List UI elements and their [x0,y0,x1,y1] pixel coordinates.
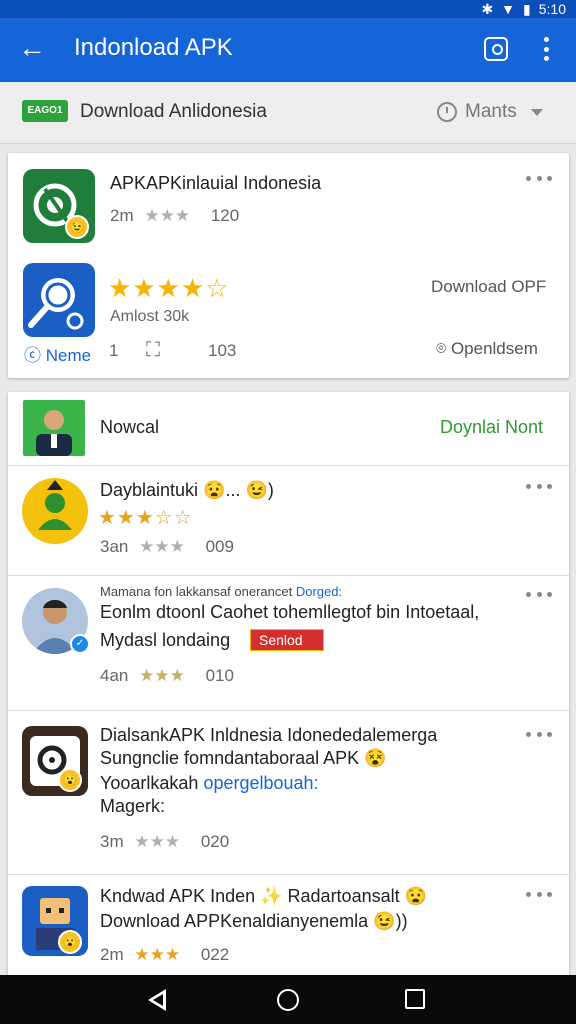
app-subtitle: Mydasl londaing [100,630,231,650]
search-icon [28,278,84,330]
app-meta: 2m ★★★ 120 [110,206,239,226]
verified-icon: ✓ [70,634,90,654]
name-link[interactable]: ⓒ Neme [24,341,91,366]
clock-icon [437,102,457,122]
more-horiz-icon[interactable] [526,732,552,740]
app-note: Magerk: [100,796,166,816]
kicker-link[interactable]: Dorged: [296,584,342,599]
app-subtitle: Download APPKenaldianyenemla 😉)) [100,911,408,931]
filter-bar: EAGO1 Download Anlidonesia Mants [0,82,576,144]
app-age: 3an [100,537,129,556]
nav-recents-icon[interactable] [405,989,425,1009]
divider [8,575,569,576]
rating-stars: ★★★★☆ [108,273,230,303]
app-info: Amlost 30k [110,308,190,325]
nav-back-icon[interactable] [148,989,166,1011]
app-title: Dayblaintuki 😧... 😉) [100,480,274,500]
rating-stars: ★★★ [144,206,191,225]
emoji-badge-icon: 😮 [58,768,82,792]
app-meta: 3an ★★★ 009 [100,537,234,557]
calendar-icon[interactable]: ⛶ [146,339,160,362]
app-meta: 4an ★★★ 010 [100,666,234,686]
signal-icon: ✱ [481,0,494,17]
download-count: 022 [200,945,230,964]
emoji-badge-icon: 😮 [58,930,82,954]
more-horiz-icon[interactable] [526,592,552,600]
divider [8,710,569,711]
open-location-button[interactable]: ⌾ Openldsem [436,339,538,359]
app-title: Eonlm dtoonl Caohet tohemllegtof bin Int… [100,602,480,622]
app-title: Kndwad APK Inden ✨ Radartoansalt 😧 [100,886,428,906]
kicker-text: Mamana fon lakkansaf onerancet [100,584,293,599]
open-in-icon[interactable] [484,37,508,61]
status-icons: ✱ ▼ ▮ 5:10 [481,0,566,18]
more-vert-icon[interactable] [536,34,556,64]
app-list-card: Nowcal Doynlai Nont Dayblaintuki 😧... 😉)… [8,392,569,977]
chevron-down-icon [530,108,543,116]
download-count: 009 [205,537,234,556]
character-icon [38,480,72,530]
avatar [23,400,85,456]
app-age: 2m [100,945,124,964]
open-label: Openldsem [450,339,538,358]
app-age: 3m [100,832,124,851]
app-bar-title: Indonload APK [74,34,233,61]
app-age: 4an [100,666,129,685]
rating-stars-small: ★★★ [134,832,181,851]
app-meta: 2m ★★★ 022 [100,945,229,965]
app-bar: ← Indonload APK [0,18,576,82]
app-icon[interactable] [23,263,95,337]
location-pin-icon: ⌾ [436,339,447,358]
app-kicker: Mamana fon lakkansaf onerancet Dorged: [100,584,342,599]
status-bar: ✱ ▼ ▮ 5:10 [0,0,576,18]
sort-dropdown[interactable]: Mants [437,101,543,123]
tag-badge: Senlod [250,629,324,651]
app-age: 2m [110,206,134,225]
download-button[interactable]: Download OPF [431,277,546,297]
app-subtitle: Sungnclie fomndantaboraal APK 😵 [100,748,387,768]
app-meta: 3m ★★★ 020 [100,832,229,852]
divider [8,874,569,875]
person-icon [36,410,72,456]
emoji-badge-icon: 😉 [65,215,89,239]
rating-stars: ★★★☆☆ [98,507,193,529]
description-text: Yooarlkakah [100,773,199,793]
more-horiz-icon[interactable] [526,892,552,900]
info-circle-icon: ⓒ [24,346,41,365]
download-count: 020 [200,832,230,851]
system-nav-bar [0,975,576,1024]
status-time: 5:10 [538,1,566,17]
back-arrow-icon[interactable]: ← [18,32,50,64]
name-link-label: Neme [45,346,92,365]
download-now-button[interactable]: Doynlai Nont [440,417,543,438]
battery-icon: ▮ [523,0,531,17]
rating-stars-small: ★★★ [139,666,185,685]
rating-stars-small: ★★★ [134,945,181,964]
footer-num: 1 [109,341,119,360]
brand-logo: EAGO1 [22,100,68,122]
description-link[interactable]: opergelbouah: [203,773,318,793]
sort-label: Mants [465,101,517,122]
app-description: Yooarlkakah opergelbouah: [100,773,319,794]
download-count: 120 [210,206,240,225]
app-title[interactable]: APKAPKinlauial Indonesia [110,173,321,194]
filter-label: Download Anlidonesia [80,101,267,122]
featured-card: 😉 APKAPKinlauial Indonesia 2m ★★★ 120 ★★… [8,153,569,378]
app-icon [22,478,88,544]
rating-stars-small: ★★★ [139,537,185,556]
wifi-icon: ▼ [501,1,516,17]
nav-home-icon[interactable] [277,989,299,1011]
footer-count: 103 [208,341,237,360]
more-horiz-icon[interactable] [526,484,552,492]
divider [8,465,569,466]
download-count: 010 [205,666,234,685]
section-title: Nowcal [100,417,160,437]
app-title: DialsankAPK Inldnesia Idonededalemerga [100,725,438,745]
more-horiz-icon[interactable] [526,176,552,184]
